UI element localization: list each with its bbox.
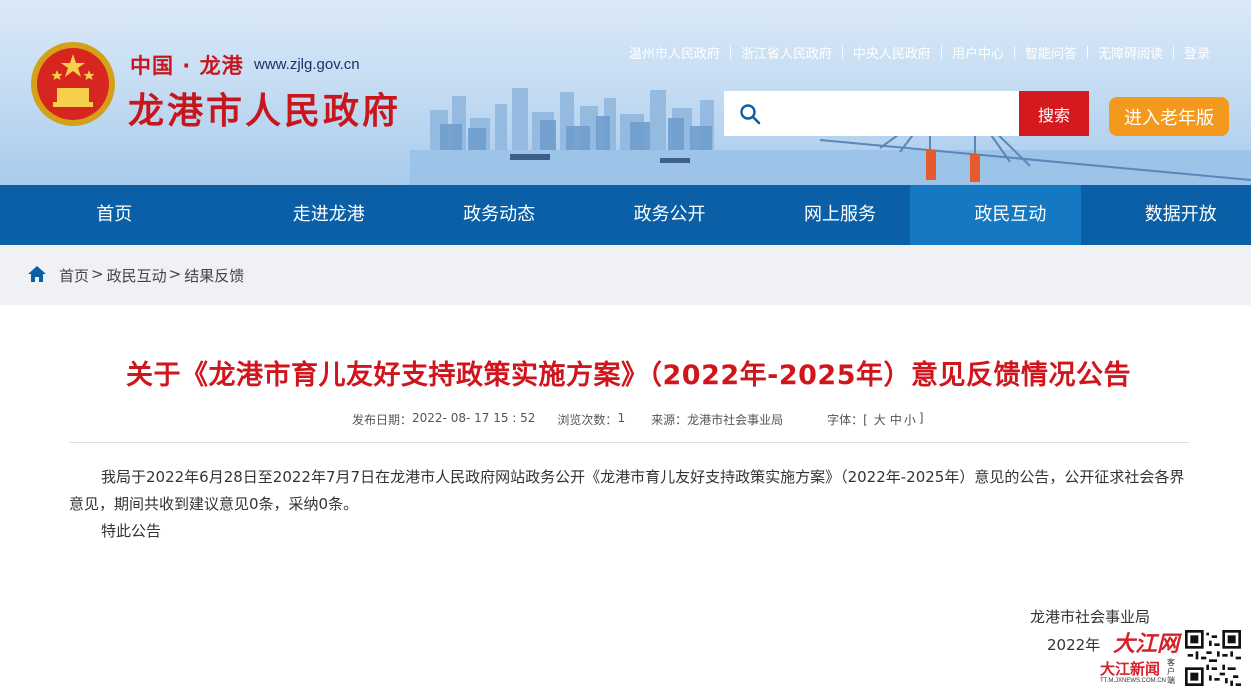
source-label: 来源： [651,413,688,427]
watermark-url: TT.M.JXNEWS.COM.CN [1100,678,1166,684]
breadcrumb-home[interactable]: 首页 [59,265,89,286]
jxnews-watermark: 大江网 大江新闻 TT.M.JXNEWS.COM.CN 客户端 [1095,626,1245,690]
breadcrumb-interaction[interactable]: 政民互动 [107,265,167,286]
site-title: 龙港市人民政府 [128,91,402,132]
signature-org: 龙港市社会事业局 [1030,608,1151,626]
top-links: 温州市人民政府 浙江省人民政府 中央人民政府 用户中心 智能问答 无障碍阅读 登… [619,43,1220,62]
search-button[interactable]: 搜索 [1019,91,1089,136]
nav-item-open-data[interactable]: 数据开放 [1081,185,1251,245]
home-icon [28,266,46,282]
toplink-login[interactable]: 登录 [1174,43,1220,62]
search-input[interactable] [769,97,1009,129]
font-size-medium[interactable]: 中 [890,411,902,428]
toplink-smart-qa[interactable]: 智能问答 [1015,43,1087,62]
toplink-wenzhou[interactable]: 温州市人民政府 [619,43,730,62]
article-meta: 发布日期： 2022- 08- 17 15 : 52 浏览次数： 1 来源： 龙… [352,411,924,428]
nav-item-news[interactable]: 政务动态 [399,185,569,245]
date-label: 发布日期： [352,413,413,427]
nav-item-online-services[interactable]: 网上服务 [740,185,910,245]
watermark-news: 大江新闻 [1100,660,1161,678]
toplink-user-center[interactable]: 用户中心 [942,43,1014,62]
site-prefix: 中国 · 龙港 [130,54,244,78]
article-title: 关于《龙港市育儿友好支持政策实施方案》（2022年-2025年）意见反馈情况公告 [126,360,1131,391]
signature-date: 2022年 [1047,636,1101,654]
font-size-large[interactable]: 大 [874,411,886,428]
elder-mode-button[interactable]: 进入老年版 [1109,97,1229,136]
font-size-label: 字体：[ [827,413,868,427]
nav-item-home[interactable]: 首页 [0,185,229,245]
site-url: www.zjlg.gov.cn [254,56,360,73]
nav-item-interaction[interactable]: 政民互动 [910,185,1081,245]
views-label: 浏览次数： [557,413,618,427]
article-body: 我局于2022年6月28日至2022年7月7日在龙港市人民政府网站政务公开《龙港… [69,464,1191,545]
site-header: 中国 · 龙港 www.zjlg.gov.cn 龙港市人民政府 温州市人民政府 … [0,0,1251,185]
body-paragraph: 我局于2022年6月28日至2022年7月7日在龙港市人民政府网站政务公开《龙港… [69,468,1185,513]
view-count: 1 [617,411,626,425]
toplink-accessibility[interactable]: 无障碍阅读 [1088,43,1173,62]
title-divider [69,442,1189,443]
font-size-small[interactable]: 小 [904,411,916,428]
breadcrumb-bar: 首页 > 政民互动 > 结果反馈 [0,245,1251,305]
source-value: 龙港市社会事业局 [687,413,784,427]
toplink-zhejiang[interactable]: 浙江省人民政府 [731,43,842,62]
qr-code-icon [1185,630,1241,686]
watermark-client: 客户端 [1167,658,1175,685]
national-emblem-logo [31,42,115,126]
search-box [724,91,1019,136]
nav-item-about[interactable]: 走进龙港 [229,185,399,245]
toplink-central[interactable]: 中央人民政府 [843,43,941,62]
font-size-close: ] [918,411,924,425]
publish-date: 2022- 08- 17 15 : 52 [412,411,536,425]
nav-item-public-affairs[interactable]: 政务公开 [569,185,739,245]
breadcrumb: 首页 > 政民互动 > 结果反馈 [59,265,245,286]
watermark-brand: 大江网 [1113,631,1180,657]
search-icon [740,104,761,125]
breadcrumb-feedback[interactable]: 结果反馈 [184,265,244,286]
body-paragraph: 特此公告 [101,522,162,540]
main-nav: 首页 走进龙港 政务动态 政务公开 网上服务 政民互动 数据开放 [0,185,1251,245]
